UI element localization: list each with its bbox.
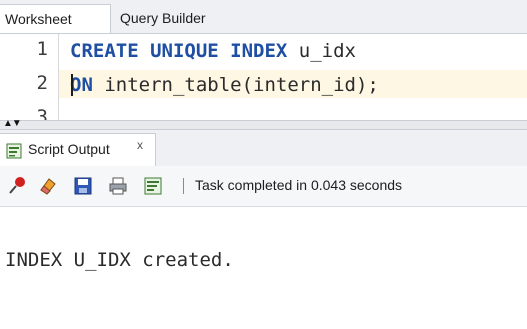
tab-query-builder[interactable]: Query Builder	[110, 4, 230, 33]
save-icon[interactable]	[73, 176, 93, 196]
worksheet-tab-bar: Worksheet Query Builder	[0, 0, 527, 34]
panel-splitter[interactable]: ▲▼	[0, 119, 527, 130]
script-icon[interactable]	[143, 176, 163, 196]
split-arrows-icon[interactable]: ▲▼	[3, 119, 22, 129]
line-number: 2	[36, 72, 48, 94]
sql-keyword: CREATE UNIQUE INDEX	[70, 40, 288, 62]
script-output-label: Script Output	[28, 141, 110, 157]
tab-script-output[interactable]: Script Output x	[0, 133, 156, 166]
pin-icon[interactable]	[7, 176, 27, 196]
sql-keyword: ON	[70, 74, 93, 96]
task-status-text: Task completed in 0.043 seconds	[195, 177, 403, 193]
code-line-1[interactable]: CREATE UNIQUE INDEX u_idx	[70, 36, 356, 66]
sql-text: u_idx	[287, 40, 356, 62]
output-toolbar: Task completed in 0.043 seconds	[0, 166, 527, 207]
script-output-area[interactable]: INDEX U_IDX created.	[0, 207, 527, 329]
sql-editor[interactable]: 1 2 3 CREATE UNIQUE INDEX u_idx ON inter…	[0, 34, 527, 120]
print-icon[interactable]	[108, 176, 128, 196]
output-tab-bar: Script Output x	[0, 130, 527, 167]
tab-worksheet[interactable]: Worksheet	[0, 4, 111, 33]
script-output-icon	[6, 143, 22, 159]
text-cursor	[71, 74, 73, 96]
sql-text: intern_table(intern_id);	[92, 74, 379, 96]
eraser-icon[interactable]	[38, 176, 58, 196]
script-result-text: INDEX U_IDX created.	[5, 249, 234, 271]
code-line-2[interactable]: ON intern_table(intern_id);	[70, 70, 379, 100]
line-number-gutter: 1 2 3	[0, 34, 59, 120]
close-icon[interactable]: x	[137, 138, 143, 152]
line-number: 1	[36, 38, 48, 60]
toolbar-separator	[183, 178, 184, 194]
line-number: 3	[36, 106, 48, 120]
